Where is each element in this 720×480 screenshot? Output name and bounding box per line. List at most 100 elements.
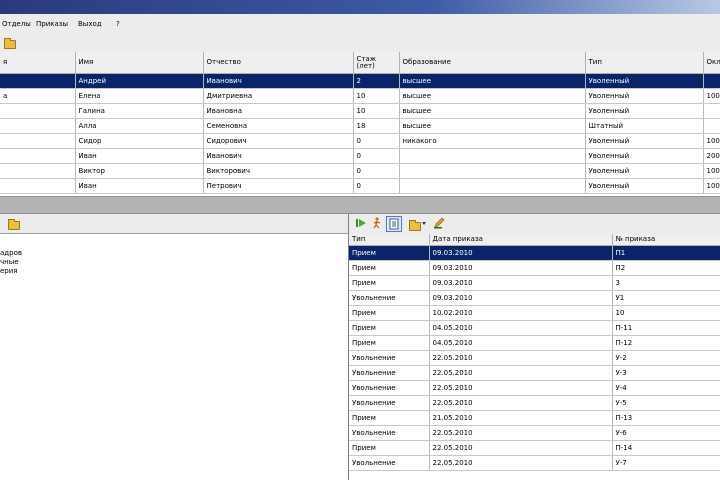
- table-cell: 1000: [703, 178, 720, 194]
- table-cell: 0: [353, 148, 400, 164]
- table-cell: Алла: [75, 118, 204, 134]
- table-row[interactable]: Увольнение 22.05.2010 У-5: [349, 395, 720, 411]
- table-cell: Прием: [349, 440, 430, 456]
- column-header-patronymic[interactable]: Отчество: [203, 52, 354, 74]
- column-header-experience[interactable]: Стаж (лет): [353, 52, 400, 74]
- table-row[interactable]: Алла Семеновна 18 высшее Штатный: [0, 118, 720, 134]
- table-row[interactable]: Прием 09.03.2010 П2: [349, 260, 720, 276]
- table-cell: У1: [612, 290, 720, 306]
- table-cell: высшее: [399, 118, 586, 134]
- table-cell: 09.03.2010: [429, 245, 613, 261]
- table-cell: высшее: [399, 88, 586, 104]
- table-cell: Уволенный: [585, 73, 704, 89]
- table-row[interactable]: Прием 09.03.2010 3: [349, 275, 720, 291]
- table-cell: 22.05.2010: [429, 365, 613, 381]
- menu-exit[interactable]: Выход: [78, 20, 102, 28]
- menu-orders[interactable]: Приказы: [36, 20, 68, 28]
- table-row[interactable]: Прием 04.05.2010 П-12: [349, 335, 720, 351]
- table-cell: П-11: [612, 320, 720, 336]
- table-row[interactable]: ИванИванович0 Уволенный2000: [0, 148, 720, 164]
- table-cell: П-12: [612, 335, 720, 351]
- table-cell: 0: [353, 133, 400, 149]
- play-icon[interactable]: [355, 217, 367, 229]
- table-cell: Елена: [75, 88, 204, 104]
- column-header-order-date[interactable]: Дата приказа: [429, 234, 613, 246]
- table-cell: Иванович: [203, 148, 354, 164]
- table-cell: 10.02.2010: [429, 305, 613, 321]
- table-row[interactable]: Андрей Иванович 2 высшее Уволенный: [0, 73, 720, 89]
- table-cell: Уволенный: [585, 178, 704, 194]
- table-row[interactable]: аЕленаДмитриевна10высшееУволенный1000: [0, 88, 720, 104]
- table-cell: 09.03.2010: [429, 290, 613, 306]
- menu-help[interactable]: ?: [116, 20, 120, 28]
- column-header-salary[interactable]: Окл: [703, 52, 720, 74]
- column-header-type[interactable]: Тип: [585, 52, 704, 74]
- table-row[interactable]: Увольнение 22.05.2010 У-3: [349, 365, 720, 381]
- table-cell: [703, 118, 720, 134]
- table-cell: Викторович: [203, 163, 354, 179]
- folder-icon[interactable]: [8, 219, 20, 230]
- table-cell: У-3: [612, 365, 720, 381]
- chevron-down-icon[interactable]: [421, 217, 427, 229]
- table-row[interactable]: Увольнение 22.05.2010 У-7: [349, 455, 720, 471]
- tree-item[interactable]: адров: [0, 249, 22, 257]
- table-cell: Увольнение: [349, 290, 430, 306]
- table-cell: 3: [612, 275, 720, 291]
- table-row[interactable]: ИванПетрович0 Уволенный1000: [0, 178, 720, 194]
- folder-icon[interactable]: [4, 38, 16, 49]
- table-cell: [0, 103, 76, 119]
- table-cell: Галина: [75, 103, 204, 119]
- tree-item[interactable]: чные: [0, 258, 19, 266]
- table-row[interactable]: Прием 04.05.2010 П-11: [349, 320, 720, 336]
- tree-item[interactable]: ерия: [0, 267, 18, 275]
- table-cell: Прием: [349, 320, 430, 336]
- table-row[interactable]: Увольнение 09.03.2010 У1: [349, 290, 720, 306]
- table-cell: 22.05.2010: [429, 350, 613, 366]
- column-header-education[interactable]: Образование: [399, 52, 586, 74]
- column-header-order-type[interactable]: Тип: [349, 234, 430, 246]
- column-header-name[interactable]: Имя: [75, 52, 204, 74]
- table-row[interactable]: ВикторВикторович0 Уволенный1000: [0, 163, 720, 179]
- edit-icon[interactable]: [433, 217, 445, 229]
- table-cell: никакого: [399, 133, 586, 149]
- table-cell: П-14: [612, 440, 720, 456]
- table-cell: 1000: [703, 163, 720, 179]
- table-row[interactable]: Прием 09.03.2010 П1: [349, 245, 720, 261]
- table-row[interactable]: Прием 10.02.2010 10: [349, 305, 720, 321]
- table-cell: 09.03.2010: [429, 275, 613, 291]
- person-run-icon[interactable]: [371, 217, 383, 229]
- column-header-order-number[interactable]: № приказа: [612, 234, 720, 246]
- table-row[interactable]: Увольнение 22.05.2010 У-2: [349, 350, 720, 366]
- table-row[interactable]: Галина Ивановна 10 высшее Уволенный: [0, 103, 720, 119]
- table-row[interactable]: Прием 22.05.2010 П-14: [349, 440, 720, 456]
- folder-dropdown-icon[interactable]: [409, 220, 421, 231]
- table-row[interactable]: Увольнение 22.05.2010 У-4: [349, 380, 720, 396]
- table-row[interactable]: Прием 21.05.2010 П-13: [349, 410, 720, 426]
- table-cell: У-5: [612, 395, 720, 411]
- table-cell: 21.05.2010: [429, 410, 613, 426]
- table-cell: Сидор: [75, 133, 204, 149]
- table-cell: 04.05.2010: [429, 335, 613, 351]
- table-cell: 22.05.2010: [429, 395, 613, 411]
- table-cell: 10: [612, 305, 720, 321]
- table-cell: 09.03.2010: [429, 260, 613, 276]
- column-header-surname[interactable]: я: [0, 52, 76, 74]
- horizontal-splitter[interactable]: [0, 196, 720, 214]
- table-row[interactable]: Увольнение 22.05.2010 У-6: [349, 425, 720, 441]
- table-cell: Дмитриевна: [203, 88, 354, 104]
- table-cell: Уволенный: [585, 163, 704, 179]
- table-cell: Прием: [349, 260, 430, 276]
- table-cell: У-7: [612, 455, 720, 471]
- table-cell: Прием: [349, 305, 430, 321]
- table-cell: Ивановна: [203, 103, 354, 119]
- table-cell: 22.05.2010: [429, 425, 613, 441]
- table-cell: Увольнение: [349, 365, 430, 381]
- document-icon[interactable]: [386, 216, 402, 232]
- table-cell: а: [0, 88, 76, 104]
- table-cell: 10: [353, 103, 400, 119]
- table-cell: Увольнение: [349, 425, 430, 441]
- menu-departments[interactable]: Отделы: [2, 20, 31, 28]
- table-cell: [0, 148, 76, 164]
- menu-bar: Отделы Приказы Выход ?: [0, 14, 720, 35]
- table-row[interactable]: СидорСидорович0никакогоУволенный1000: [0, 133, 720, 149]
